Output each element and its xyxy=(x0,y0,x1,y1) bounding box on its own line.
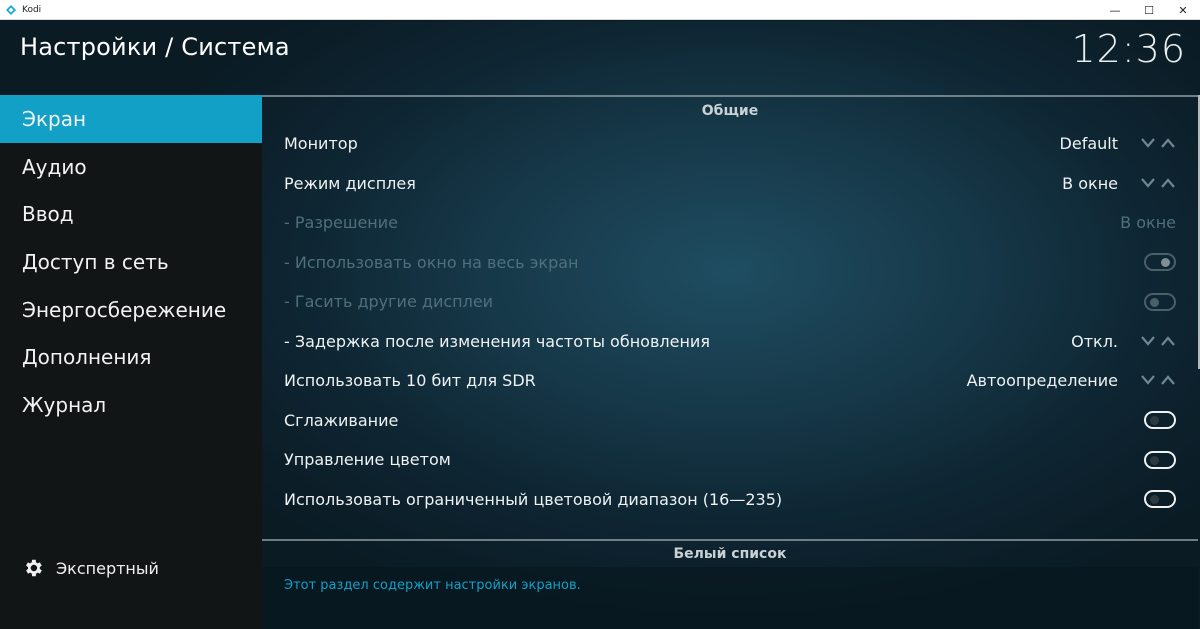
setting-resolution: - Разрешение В окне xyxy=(262,203,1198,243)
settings-level-button[interactable]: Экспертный xyxy=(22,557,159,579)
window-controls: — ☐ ✕ xyxy=(1098,0,1200,20)
setting-label: - Гасить другие дисплеи xyxy=(284,292,494,312)
setting-smoothing[interactable]: Сглаживание xyxy=(262,401,1198,441)
close-button[interactable]: ✕ xyxy=(1166,0,1200,20)
toggle-switch[interactable] xyxy=(1144,411,1176,430)
setting-label: Использовать 10 бит для SDR xyxy=(284,371,536,391)
kodi-app: Настройки / Система 12:36 Экран Аудио Вв… xyxy=(0,21,1200,629)
sidebar-item-audio[interactable]: Аудио xyxy=(0,143,262,191)
divider xyxy=(262,539,1198,541)
sidebar-item-display[interactable]: Экран xyxy=(0,95,262,143)
setting-10bit-sdr[interactable]: Использовать 10 бит для SDR Автоопределе… xyxy=(262,361,1198,401)
sidebar: Экран Аудио Ввод Доступ в сеть Энергосбе… xyxy=(0,95,262,629)
setting-refresh-delay[interactable]: - Задержка после изменения частоты обнов… xyxy=(262,322,1198,362)
spinner-arrows-icon[interactable] xyxy=(1140,177,1178,189)
section-description: Этот раздел содержит настройки экранов. xyxy=(284,578,581,593)
setting-value: Откл. xyxy=(1071,331,1118,351)
toggle-switch[interactable] xyxy=(1144,490,1176,509)
window-titlebar: Kodi — ☐ ✕ xyxy=(0,0,1200,20)
setting-label: Режим дисплея xyxy=(284,173,416,193)
page-title: Настройки / Система xyxy=(20,33,290,61)
setting-label: - Задержка после изменения частоты обнов… xyxy=(284,331,710,351)
setting-label: - Использовать окно на весь экран xyxy=(284,252,579,272)
setting-color-management[interactable]: Управление цветом xyxy=(262,440,1198,480)
sidebar-item-input[interactable]: Ввод xyxy=(0,190,262,238)
settings-panel: Общие Монитор Default Режим дисплея В ок… xyxy=(262,95,1198,629)
setting-label: Использовать ограниченный цветовой диапа… xyxy=(284,489,783,509)
window-title: Kodi xyxy=(22,4,42,15)
setting-fullscreen-window: - Использовать окно на весь экран xyxy=(262,243,1198,283)
setting-label: Монитор xyxy=(284,134,358,154)
minimize-button[interactable]: — xyxy=(1098,0,1132,20)
setting-blank-other-displays: - Гасить другие дисплеи xyxy=(262,282,1198,322)
setting-label: Сглаживание xyxy=(284,410,399,430)
description-area: Этот раздел содержит настройки экранов. xyxy=(262,567,1198,629)
setting-value: В окне xyxy=(1062,173,1118,193)
settings-list: Монитор Default Режим дисплея В окне - Р… xyxy=(262,124,1198,519)
section-header-general: Общие xyxy=(701,103,759,119)
setting-display-mode[interactable]: Режим дисплея В окне xyxy=(262,164,1198,204)
setting-value: В окне xyxy=(1120,213,1176,233)
maximize-button[interactable]: ☐ xyxy=(1132,0,1166,20)
toggle-switch xyxy=(1144,292,1176,311)
kodi-logo-icon xyxy=(6,4,16,15)
spinner-arrows-icon[interactable] xyxy=(1140,137,1178,149)
setting-monitor[interactable]: Монитор Default xyxy=(262,124,1198,164)
setting-value: Автоопределение xyxy=(966,371,1118,391)
sidebar-item-addons[interactable]: Дополнения xyxy=(0,333,262,381)
spinner-arrows-icon[interactable] xyxy=(1140,374,1178,386)
setting-value: Default xyxy=(1059,134,1118,154)
spinner-arrows-icon[interactable] xyxy=(1140,335,1178,347)
toggle-switch[interactable] xyxy=(1144,450,1176,469)
setting-label: Управление цветом xyxy=(284,450,451,470)
divider xyxy=(262,95,1198,97)
sidebar-item-logging[interactable]: Журнал xyxy=(0,381,262,429)
setting-limited-color-range[interactable]: Использовать ограниченный цветовой диапа… xyxy=(262,480,1198,520)
setting-label: - Разрешение xyxy=(284,213,399,233)
section-header-whitelist[interactable]: Белый список xyxy=(262,546,1198,562)
clock: 12:36 xyxy=(1071,27,1186,71)
sidebar-item-internet-access[interactable]: Доступ в сеть xyxy=(0,238,262,286)
sidebar-item-power-saving[interactable]: Энергосбережение xyxy=(0,286,262,334)
toggle-switch xyxy=(1144,253,1176,272)
settings-level-label: Экспертный xyxy=(56,558,159,578)
gear-icon xyxy=(22,557,44,579)
